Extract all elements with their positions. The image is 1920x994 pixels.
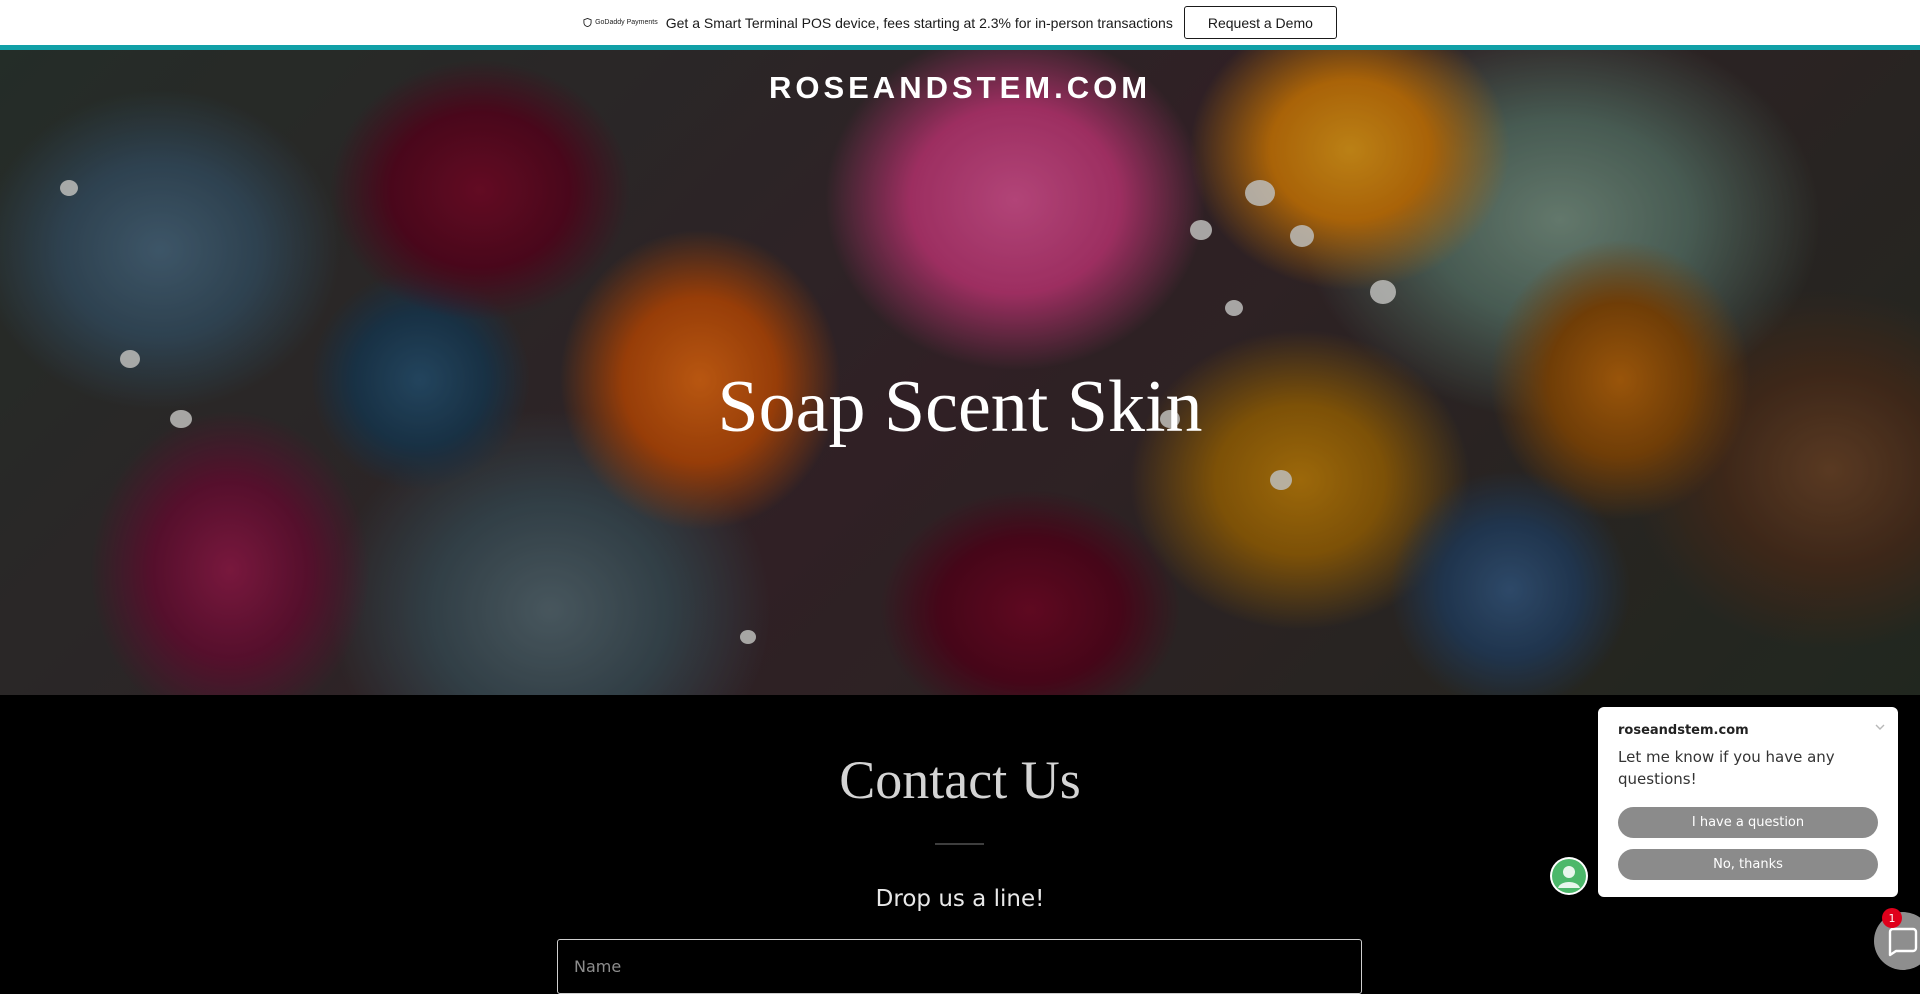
agent-avatar [1550,857,1588,895]
chat-bubble-icon [1888,927,1918,957]
request-demo-button[interactable]: Request a Demo [1183,6,1337,39]
chat-site-name: roseandstem.com [1618,723,1749,738]
site-brand-title[interactable]: ROSEANDSTEM.COM [0,70,1920,106]
promo-message: Get a Smart Terminal POS device, fees st… [665,14,1173,31]
godaddy-payments-logo: GoDaddy Payments [583,18,658,27]
section-divider [935,843,984,845]
no-thanks-button[interactable]: No, thanks [1618,849,1878,880]
chat-popup: roseandstem.com Let me know if you have … [1598,707,1898,897]
chevron-down-icon[interactable] [1872,719,1888,735]
promo-bar: GoDaddy Payments Get a Smart Terminal PO… [0,0,1920,45]
have-question-button[interactable]: I have a question [1618,807,1878,838]
hero-title: Soap Scent Skin [717,366,1203,448]
unread-badge: 1 [1882,908,1902,928]
chat-message: Let me know if you have any questions! [1618,748,1835,788]
shield-icon [583,18,592,27]
hero-banner: ROSEANDSTEM.COM Soap Scent Skin [0,50,1920,695]
name-input[interactable] [557,939,1362,994]
person-icon [1552,859,1586,893]
